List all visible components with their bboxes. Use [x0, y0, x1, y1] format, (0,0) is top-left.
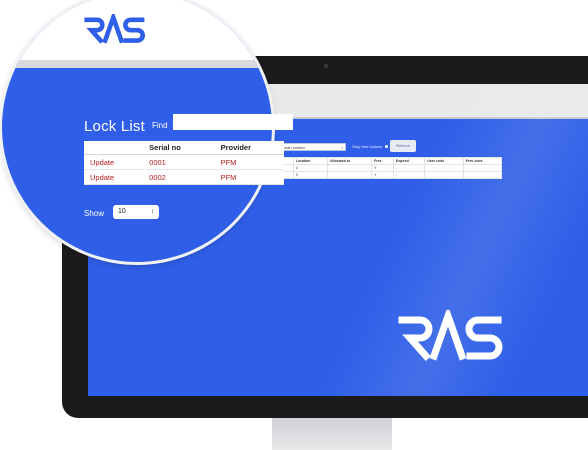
show-select-value: 10	[118, 208, 126, 215]
column-header-provider: Provider	[214, 141, 284, 155]
filter-select[interactable]: Serial number ↕	[276, 143, 346, 151]
serial-cell: 0001	[143, 154, 215, 170]
show-label: Show	[84, 209, 105, 218]
chevron-updown-icon: ↕	[151, 209, 154, 215]
table-cell: Y	[371, 164, 394, 172]
column-header-serial: Serial no	[143, 141, 215, 155]
table-cell	[327, 171, 373, 179]
column-header: User code	[424, 157, 464, 165]
refresh-button[interactable]: Refresh	[390, 140, 416, 152]
lens-header-bar	[2, 60, 272, 68]
column-header: Allocated to	[327, 157, 373, 165]
table-row[interactable]: Update 0002 PFM	[84, 169, 284, 185]
column-header-action	[84, 141, 144, 155]
table-cell	[327, 164, 373, 172]
monitor-stand	[272, 418, 392, 450]
table-row[interactable]: 0 0 Y -	[272, 164, 503, 172]
provider-cell: PFM	[214, 169, 284, 185]
provider-cell: PFM	[214, 154, 284, 170]
table-cell	[462, 171, 503, 179]
ras-logo-small	[84, 14, 145, 44]
table-cell: -	[392, 164, 426, 172]
find-input[interactable]	[173, 114, 293, 130]
screen-table: Mac Location Allocated to Free Expired U…	[272, 157, 503, 179]
chevron-updown-icon: ↕	[341, 145, 343, 150]
show-select[interactable]: 10 ↕	[113, 205, 159, 219]
table-cell	[424, 164, 464, 172]
table-cell: -	[392, 171, 426, 179]
page-title: Lock List	[84, 118, 145, 135]
screen-table-header: Mac Location Allocated to Free Expired U…	[272, 157, 503, 165]
lock-table-header: Serial no Provider	[84, 141, 284, 155]
table-row[interactable]: 0 0 Y -	[272, 171, 503, 179]
lock-table: Serial no Provider Update 0001 PFM Updat…	[84, 141, 284, 185]
update-link[interactable]: Update	[84, 154, 144, 170]
table-cell: 0	[292, 164, 329, 172]
table-cell	[424, 171, 464, 179]
column-header: Location	[292, 157, 329, 165]
update-link[interactable]: Update	[84, 169, 144, 185]
serial-cell: 0002	[143, 169, 215, 185]
table-cell: 0	[292, 171, 329, 179]
find-label: Find	[152, 121, 168, 130]
webcam-dot	[324, 64, 328, 68]
column-header: Free	[371, 157, 394, 165]
table-row[interactable]: Update 0001 PFM	[84, 154, 284, 170]
ras-logo	[398, 310, 503, 361]
table-cell	[462, 164, 503, 172]
radio-icon[interactable]	[385, 145, 388, 148]
table-cell: Y	[371, 171, 394, 179]
column-header: Prev code	[462, 157, 503, 165]
column-header: Expired	[392, 157, 426, 165]
filter-hint: Only free lockers	[352, 144, 383, 149]
